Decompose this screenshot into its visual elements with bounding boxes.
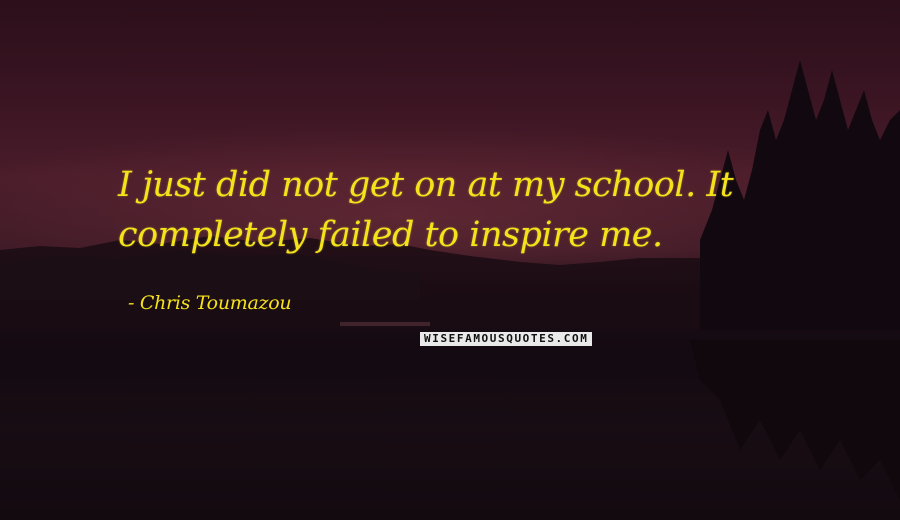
night-lake-background	[0, 0, 900, 520]
water-shimmer	[340, 322, 430, 326]
quote-author: - Chris Toumazou	[128, 292, 292, 314]
site-watermark: WISEFAMOUSQUOTES.COM	[420, 332, 593, 346]
treeline-silhouette	[0, 60, 900, 520]
quote-text: I just did not get on at my school. It c…	[118, 165, 734, 255]
